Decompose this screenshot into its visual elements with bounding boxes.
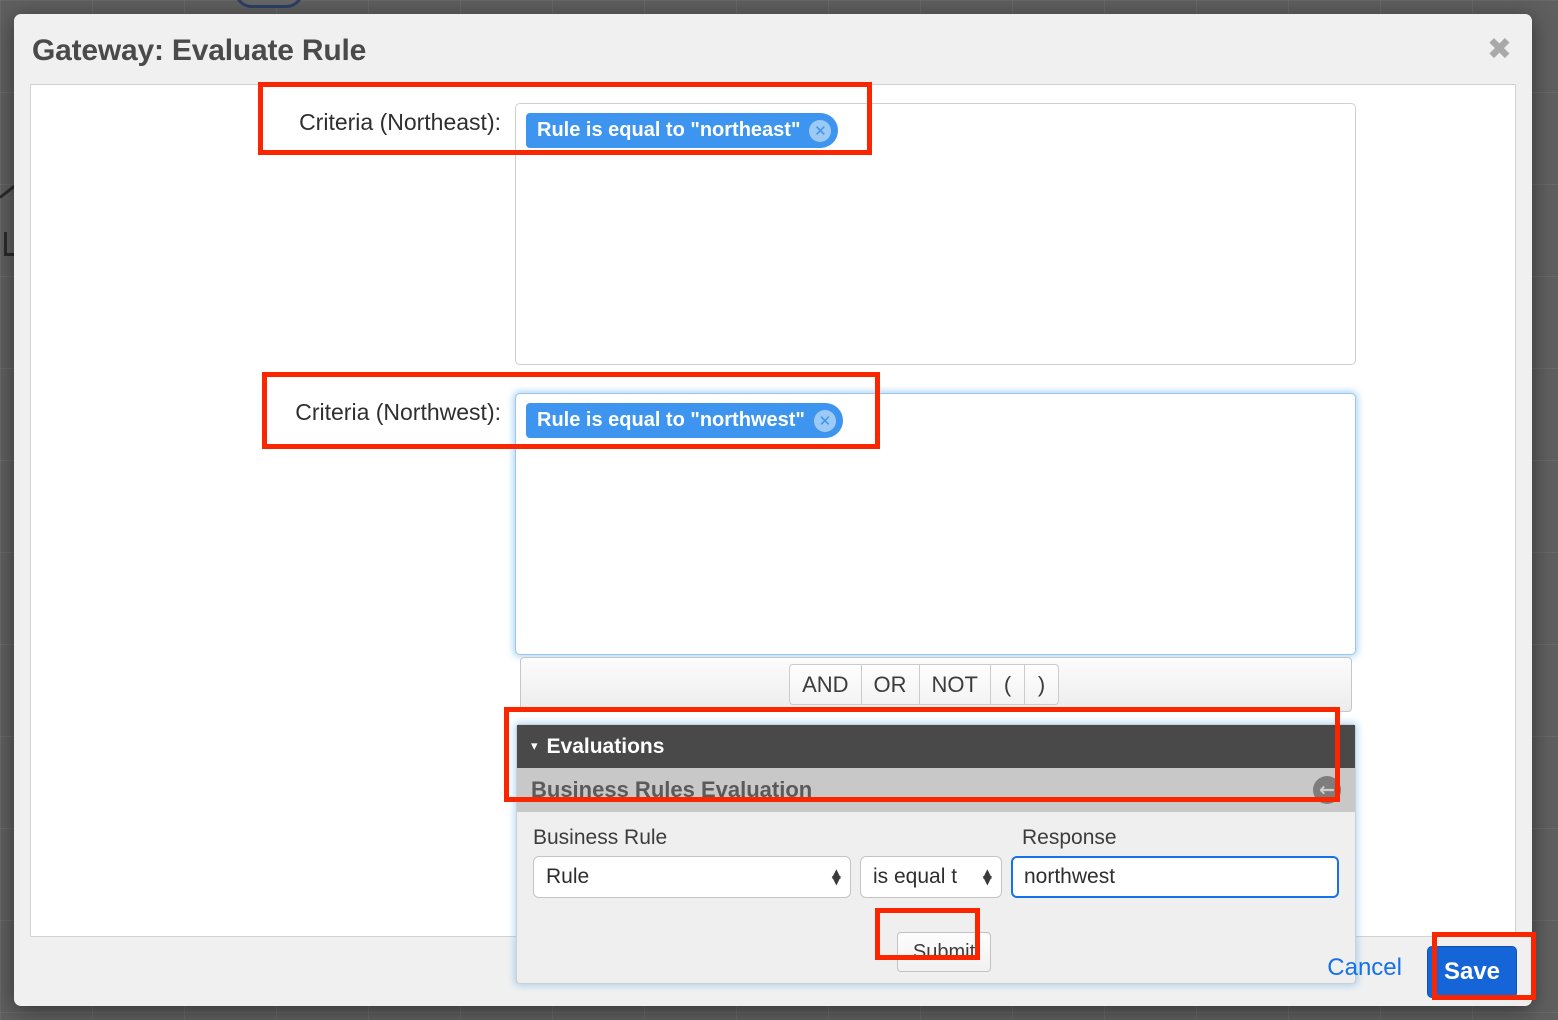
back-arrow-icon[interactable]: ← <box>1313 776 1341 804</box>
modal-header: Gateway: Evaluate Rule ✖ <box>14 14 1532 86</box>
chevron-down-icon: ▾ <box>531 739 538 754</box>
operator-button-not[interactable]: NOT <box>919 664 991 705</box>
operator-button-open-paren[interactable]: ( <box>991 664 1025 705</box>
response-input[interactable] <box>1011 856 1339 898</box>
business-rule-select-value: Rule <box>546 865 590 888</box>
criteria-northwest-remove-icon[interactable]: ✕ <box>813 409 836 432</box>
criteria-northwest-pill-label: Rule is equal to "northwest" <box>537 409 805 431</box>
form-field-row: Rule ▲ ▼ is equal t ▲ ▼ <box>533 856 1339 898</box>
criteria-northwest-label: Criteria (Northwest): <box>295 399 501 425</box>
criteria-northeast-box[interactable]: Rule is equal to "northeast" ✕ <box>515 103 1356 365</box>
criteria-northeast-label: Criteria (Northeast): <box>299 109 501 135</box>
criteria-northeast-remove-icon[interactable]: ✕ <box>809 119 832 142</box>
criteria-northwest-pill[interactable]: Rule is equal to "northwest" ✕ <box>526 403 843 438</box>
business-rule-label: Business Rule <box>533 826 668 849</box>
evaluations-section-header[interactable]: ▾ Evaluations <box>517 725 1355 768</box>
operator-select[interactable]: is equal t ▲ ▼ <box>860 856 1002 898</box>
operator-button-close-paren[interactable]: ) <box>1025 664 1059 705</box>
operator-button-or[interactable]: OR <box>861 664 920 705</box>
stepper-icon: ▲ ▼ <box>831 867 841 887</box>
page-title: Gateway: Evaluate Rule <box>32 34 367 67</box>
close-icon[interactable]: ✖ <box>1487 35 1512 65</box>
form-field-labels: Business Rule Response <box>533 826 1339 850</box>
criteria-northeast-pill[interactable]: Rule is equal to "northeast" ✕ <box>526 113 839 148</box>
criteria-northwest-box[interactable]: Rule is equal to "northwest" ✕ <box>515 393 1356 655</box>
save-button[interactable]: Save <box>1427 946 1517 998</box>
modal-footer: Cancel Save <box>14 936 1532 1006</box>
stepper-down-icon: ▼ <box>831 873 841 887</box>
background-diagram-node <box>234 0 304 8</box>
response-label: Response <box>1022 826 1117 849</box>
operator-button-and[interactable]: AND <box>789 664 862 705</box>
criteria-northeast-pill-label: Rule is equal to "northeast" <box>537 119 801 141</box>
evaluations-header-label: Evaluations <box>546 734 665 758</box>
business-rule-select[interactable]: Rule ▲ ▼ <box>533 856 851 898</box>
business-rules-evaluation-row[interactable]: Business Rules Evaluation ← <box>517 768 1355 812</box>
stepper-down-icon: ▼ <box>982 873 992 887</box>
gateway-evaluate-rule-modal: Gateway: Evaluate Rule ✖ Criteria (North… <box>14 14 1532 1006</box>
business-rules-evaluation-label: Business Rules Evaluation <box>531 777 813 802</box>
evaluation-form: Business Rule Response Rule ▲ ▼ is equal… <box>517 812 1355 898</box>
cancel-button[interactable]: Cancel <box>1327 954 1402 982</box>
operator-toolbar: AND OR NOT ( ) <box>520 657 1352 712</box>
operator-select-value: is equal t <box>873 865 958 888</box>
stepper-icon: ▲ ▼ <box>982 867 992 887</box>
